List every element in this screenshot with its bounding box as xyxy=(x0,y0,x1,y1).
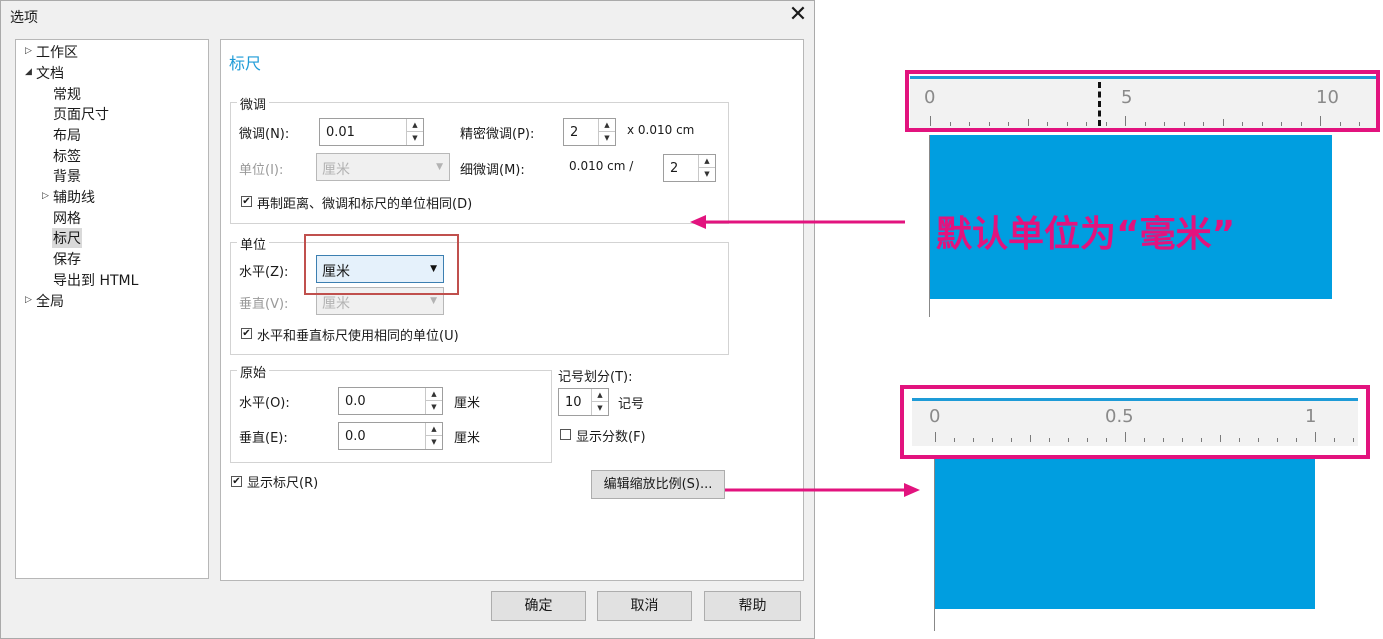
micro-nudge-label: 细微调(M): xyxy=(460,163,525,178)
tree-item-global[interactable]: 全局 xyxy=(36,291,64,311)
spin-down-icon[interactable]: ▼ xyxy=(407,132,423,145)
cancel-button[interactable]: 取消 xyxy=(597,591,692,621)
chevron-down-icon: ▼ xyxy=(436,162,443,172)
units-label: 单位(I): xyxy=(239,163,284,178)
spin-down-icon[interactable]: ▼ xyxy=(699,168,715,181)
group-label: 原始 xyxy=(237,362,270,381)
spin-up-icon[interactable]: ▲ xyxy=(407,119,423,132)
group-label: 微调 xyxy=(237,94,270,113)
spin-up-icon[interactable]: ▲ xyxy=(592,389,608,402)
same-ruler-units-checkbox[interactable]: ✔ xyxy=(241,328,252,339)
origin-vertical-stepper[interactable]: 0.0 ▲ ▼ xyxy=(338,422,443,450)
tree-item-grid[interactable]: 网格 xyxy=(53,208,81,228)
micro-nudge-stepper[interactable]: 2 ▲ ▼ xyxy=(663,154,716,182)
options-dialog: 选项 ✕ ▷ 工作区 ◢ 文档 常规 页面尺寸 布局 标签 背景 ▷ 辅助线 网… xyxy=(0,0,815,639)
show-rulers-checkbox[interactable]: ✔ xyxy=(231,476,242,487)
origin-vertical-unit: 厘米 xyxy=(454,431,481,446)
tick-divisions-unit: 记号 xyxy=(618,397,645,412)
tree-item-general[interactable]: 常规 xyxy=(53,84,81,104)
options-tree: ▷ 工作区 ◢ 文档 常规 页面尺寸 布局 标签 背景 ▷ 辅助线 网格 标尺 … xyxy=(15,39,209,579)
super-nudge-value: 2 xyxy=(570,125,579,140)
tick-divisions-label: 记号划分(T): xyxy=(558,370,633,385)
ruler-bottom-frame xyxy=(900,385,1370,459)
same-ruler-units-label: 水平和垂直标尺使用相同的单位(U) xyxy=(257,329,459,344)
tree-item-layout[interactable]: 布局 xyxy=(53,125,81,145)
spin-up-icon[interactable]: ▲ xyxy=(426,388,442,401)
arrow-to-nudge-group xyxy=(690,215,905,229)
tree-item-background[interactable]: 背景 xyxy=(53,166,81,186)
ruler-top-frame xyxy=(905,70,1380,132)
spin-down-icon[interactable]: ▼ xyxy=(599,132,615,145)
collapse-triangle-icon[interactable]: ◢ xyxy=(25,67,32,77)
help-button[interactable]: 帮助 xyxy=(704,591,801,621)
nudge-label: 微调(N): xyxy=(239,127,290,142)
tree-item-guidelines[interactable]: 辅助线 xyxy=(53,187,95,207)
horizontal-units-label: 水平(Z): xyxy=(239,265,289,280)
tree-item-page-size[interactable]: 页面尺寸 xyxy=(53,104,109,124)
group-label: 单位 xyxy=(237,234,270,253)
spin-up-icon[interactable]: ▲ xyxy=(599,119,615,132)
origin-horizontal-value: 0.0 xyxy=(345,394,366,409)
close-icon[interactable]: ✕ xyxy=(784,1,812,29)
origin-vertical-label: 垂直(E): xyxy=(239,431,288,446)
rulers-panel: 标尺 微调 微调(N): 0.01 ▲ ▼ 精密微调(P): 2 ▲ ▼ x 0.0… xyxy=(220,39,804,581)
nudge-units-value: 厘米 xyxy=(322,162,350,178)
super-nudge-suffix: x 0.010 cm xyxy=(627,123,695,137)
highlight-box xyxy=(304,234,459,295)
tree-item-document[interactable]: 文档 xyxy=(36,63,64,83)
nudge-stepper[interactable]: 0.01 ▲ ▼ xyxy=(319,118,424,146)
tree-item-rulers[interactable]: 标尺 xyxy=(52,228,82,248)
tick-divisions-value: 10 xyxy=(565,395,582,410)
dialog-title: 选项 xyxy=(10,10,38,26)
same-units-label: 再制距离、微调和标尺的单位相同(D) xyxy=(257,197,473,212)
show-fractions-checkbox[interactable] xyxy=(560,429,571,440)
spin-down-icon[interactable]: ▼ xyxy=(592,402,608,415)
arrow-to-bottom-ruler xyxy=(725,483,920,497)
nudge-units-select: 厘米 ▼ xyxy=(316,153,450,181)
same-units-checkbox[interactable]: ✔ xyxy=(241,196,252,207)
super-nudge-label: 精密微调(P): xyxy=(460,127,535,142)
panel-title: 标尺 xyxy=(229,54,262,73)
ok-button[interactable]: 确定 xyxy=(491,591,586,621)
origin-vertical-value: 0.0 xyxy=(345,429,366,444)
origin-horizontal-label: 水平(O): xyxy=(239,396,290,411)
tree-item-save[interactable]: 保存 xyxy=(53,249,81,269)
spin-up-icon[interactable]: ▲ xyxy=(426,423,442,436)
micro-nudge-value: 2 xyxy=(670,161,679,176)
origin-horizontal-unit: 厘米 xyxy=(454,396,481,411)
chevron-down-icon: ▼ xyxy=(430,296,437,306)
spin-down-icon[interactable]: ▼ xyxy=(426,436,442,449)
tick-divisions-stepper[interactable]: 10 ▲ ▼ xyxy=(558,388,609,416)
tree-item-workspace[interactable]: 工作区 xyxy=(36,42,78,62)
vertical-units-value: 厘米 xyxy=(322,296,350,312)
expand-triangle-icon[interactable]: ▷ xyxy=(25,46,32,56)
spin-up-icon[interactable]: ▲ xyxy=(699,155,715,168)
ruler-bottom-fill xyxy=(935,459,1315,609)
show-fractions-label: 显示分数(F) xyxy=(576,430,646,445)
vertical-units-label: 垂直(V): xyxy=(239,297,289,312)
micro-nudge-prefix: 0.010 cm / xyxy=(569,159,634,173)
spin-down-icon[interactable]: ▼ xyxy=(426,401,442,414)
show-rulers-label: 显示标尺(R) xyxy=(247,476,319,491)
ruler-bottom-vertical-line xyxy=(934,459,935,631)
ruler-top-vertical-line xyxy=(929,135,930,317)
edit-scale-button[interactable]: 编辑缩放比例(S)... xyxy=(591,470,725,499)
super-nudge-stepper[interactable]: 2 ▲ ▼ xyxy=(563,118,616,146)
nudge-group: 微调 微调(N): 0.01 ▲ ▼ 精密微调(P): 2 ▲ ▼ x 0.010 … xyxy=(230,94,729,224)
tree-item-export-html[interactable]: 导出到 HTML xyxy=(53,270,138,290)
origin-group: 原始 水平(O): 0.0 ▲ ▼ 厘米 垂直(E): 0.0 ▲ ▼ 厘米 xyxy=(230,362,552,463)
expand-triangle-icon[interactable]: ▷ xyxy=(42,191,49,201)
origin-horizontal-stepper[interactable]: 0.0 ▲ ▼ xyxy=(338,387,443,415)
callout-text: 默认单位为“毫米” xyxy=(936,214,1236,255)
nudge-value: 0.01 xyxy=(326,125,355,140)
tree-item-label[interactable]: 标签 xyxy=(53,146,81,166)
expand-triangle-icon[interactable]: ▷ xyxy=(25,295,32,305)
